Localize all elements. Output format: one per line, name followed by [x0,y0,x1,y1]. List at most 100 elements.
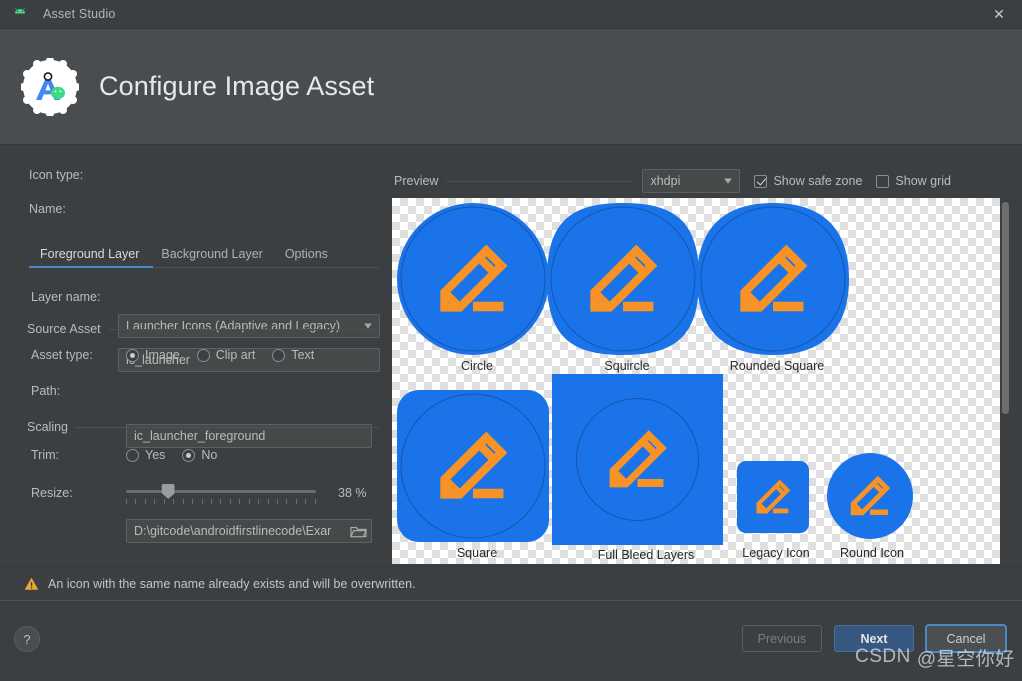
preview-scrollbar[interactable] [1000,198,1011,564]
tab-foreground-layer-label: Foreground Layer [40,247,140,261]
resize-slider-ticks [126,499,316,504]
layer-tabs: Foreground Layer Background Layer Option… [29,240,379,270]
preview-caption-legacy-icon: Legacy Icon [742,546,810,560]
tab-options-label: Options [284,247,328,261]
scaling-section: Scaling [27,420,379,434]
warning-bar: An icon with the same name already exist… [0,566,1022,600]
preview-label: Preview [394,174,439,188]
cancel-button[interactable]: Cancel [925,624,1007,653]
radio-asset-type-image[interactable]: Image [126,348,180,362]
preview-caption-square: Square [456,546,498,560]
path-input[interactable]: D:\gitcode\androidfirstlinecode\Exar [126,519,372,543]
tab-background-layer-label: Background Layer [161,247,263,261]
path-label: Path: [31,384,61,398]
preview-art-square [397,390,557,547]
radio-dot-icon [126,348,139,362]
preview-tile-full-bleed-layers[interactable]: Full Bleed Layers [552,374,740,562]
trim-row: Trim: Yes No [31,448,234,462]
preview-art-squircle [547,203,707,360]
dialog-footer: ? Previous Next Cancel [0,600,1022,681]
source-asset-label: Source Asset [27,322,101,336]
path-value: D:\gitcode\androidfirstlinecode\Exar [134,524,332,538]
asset-type-radio-group: Image Clip art Text [126,348,331,362]
close-icon[interactable]: ✕ [976,0,1022,29]
radio-dot-icon [272,348,286,362]
tab-active-indicator [29,266,153,268]
resize-slider-thumb[interactable] [161,484,175,499]
preview-scrollbar-thumb[interactable] [1002,202,1009,414]
android-studio-logo [19,56,81,117]
checkbox-box-icon [876,174,890,188]
preview-art-legacy-icon [737,461,815,538]
preview-tile-circle[interactable]: Circle [397,203,557,375]
show-grid-checkbox[interactable]: Show grid [876,174,951,188]
show-safe-zone-checkbox[interactable]: Show safe zone [754,174,862,188]
density-select[interactable]: xhdpi [642,169,741,193]
previous-button[interactable]: Previous [742,625,822,652]
chevron-down-icon [724,178,733,184]
preview-caption-circle: Circle [461,359,493,373]
preview-tile-squircle[interactable]: Squircle [547,203,707,375]
tab-foreground-layer[interactable]: Foreground Layer [29,247,150,268]
tab-background-layer[interactable]: Background Layer [150,247,273,268]
radio-asset-type-text[interactable]: Text [272,348,314,362]
icon-type-row: Icon type: [29,168,117,182]
radio-trim-no-label: No [201,448,218,462]
next-button[interactable]: Next [834,625,914,652]
show-grid-label: Show grid [895,174,952,188]
radio-trim-yes[interactable]: Yes [126,448,165,462]
preview-panel: Preview xhdpi Show safe zone Show grid C… [390,146,1022,566]
checkmark-icon [754,174,768,188]
radio-asset-type-text-label: Text [291,348,315,362]
folder-icon[interactable] [348,522,368,540]
preview-art-full-bleed-layers [552,374,740,550]
preview-caption-full-bleed-layers: Full Bleed Layers [597,548,695,562]
preview-art-rounded-square [697,203,857,360]
layer-name-label: Layer name: [31,290,101,304]
asset-type-label: Asset type: [31,348,93,362]
preview-tile-square[interactable]: Square [397,390,557,562]
density-value: xhdpi [650,174,681,188]
scaling-rule [76,426,379,428]
radio-trim-no[interactable]: No [182,448,217,462]
source-asset-rule [108,328,379,330]
preview-caption-squircle: Squircle [604,359,650,373]
preview-caption-rounded-square: Rounded Square [729,359,825,373]
preview-art-round-icon [827,453,917,544]
preview-caption-round-icon: Round Icon [840,546,904,560]
asset-studio-dialog: Asset Studio ✕ Configure Image Asset Ico… [0,0,1022,681]
radio-asset-type-clip-art[interactable]: Clip art [196,348,255,362]
name-row: Name: [29,202,117,216]
resize-value: 38 % [338,486,367,500]
radio-trim-yes-label: Yes [145,448,166,462]
help-button[interactable]: ? [14,626,40,652]
preview-tile-legacy-icon[interactable]: Legacy Icon [737,461,815,561]
preview-rule [446,180,633,182]
resize-slider[interactable] [126,482,316,504]
dialog-header: Configure Image Asset [0,29,1022,145]
preview-tile-rounded-square[interactable]: Rounded Square [697,203,857,375]
icon-type-label: Icon type: [29,168,84,182]
radio-dot-icon [196,348,210,362]
tab-options[interactable]: Options [274,247,339,268]
dialog-body: Icon type: Launcher Icons (Adaptive and … [0,146,1022,566]
radio-dot-icon [126,448,139,462]
window-title: Asset Studio [43,7,116,21]
radio-dot-icon [182,448,196,462]
scaling-label: Scaling [27,420,68,434]
preview-art-circle [397,203,557,360]
resize-label: Resize: [31,486,73,500]
configuration-panel: Icon type: Launcher Icons (Adaptive and … [0,146,390,566]
trim-radio-group: Yes No [126,448,234,462]
resize-row: Resize: 38 % [31,482,367,504]
layer-name-row: Layer name: [31,290,100,304]
window-title-bar: Asset Studio ✕ [0,0,1022,29]
preview-header: Preview xhdpi Show safe zone Show grid [394,168,1022,194]
preview-tile-round-icon[interactable]: Round Icon [827,453,917,561]
preview-canvas[interactable]: Circle Squircle Rounded Square Square Fu… [392,198,1000,564]
asset-type-row: Asset type: Image Clip art Text [31,348,331,362]
radio-asset-type-image-label: Image [145,348,180,362]
resize-slider-track [126,490,316,493]
show-safe-zone-label: Show safe zone [773,174,863,188]
page-title: Configure Image Asset [99,71,375,101]
